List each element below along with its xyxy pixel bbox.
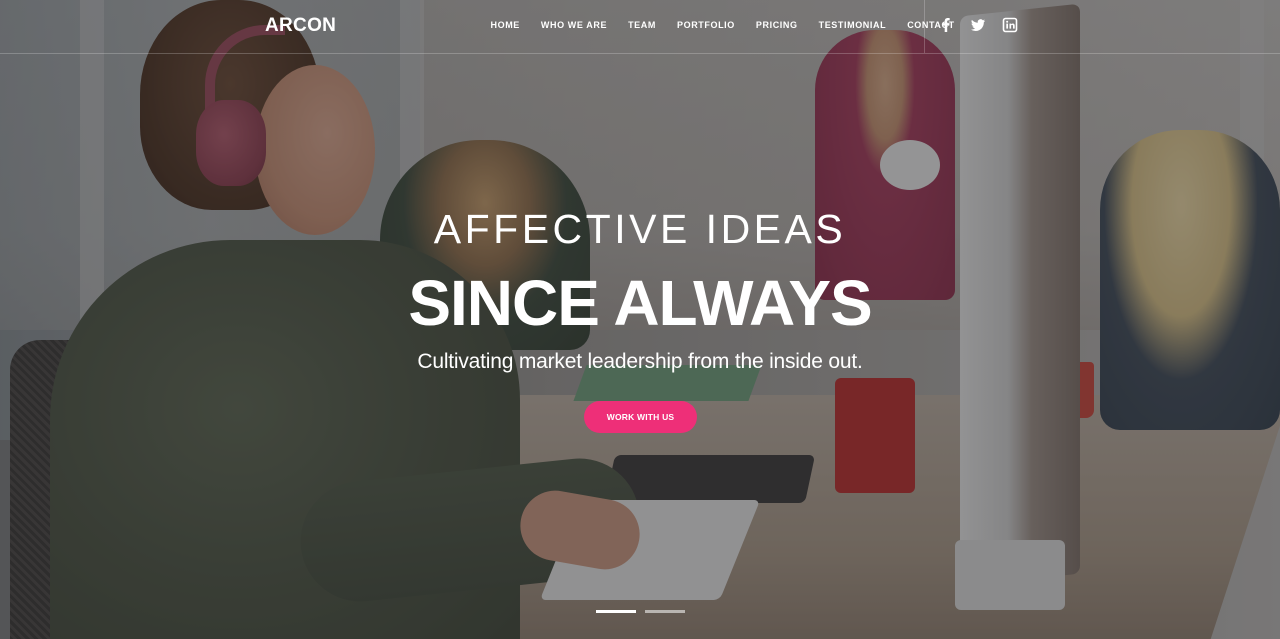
linkedin-icon[interactable] — [1002, 17, 1018, 33]
nav-item-pricing[interactable]: PRICING — [745, 20, 808, 30]
nav-item-testimonial[interactable]: TESTIMONIAL — [808, 20, 897, 30]
nav-item-who-we-are[interactable]: WHO WE ARE — [530, 20, 617, 30]
social-links — [938, 17, 1018, 33]
hero-title: SINCE ALWAYS — [408, 267, 872, 339]
nav-item-home[interactable]: HOME — [480, 20, 530, 30]
slider-indicators — [596, 610, 685, 613]
hero-kicker: AFFECTIVE IDEAS — [433, 206, 847, 252]
twitter-icon[interactable] — [970, 17, 986, 33]
brand-logo[interactable]: ARCON — [265, 15, 336, 37]
navbar: ARCON HOME WHO WE ARE TEAM PORTFOLIO PRI… — [0, 0, 1280, 54]
nav-divider — [924, 0, 925, 53]
nav-item-portfolio[interactable]: PORTFOLIO — [666, 20, 745, 30]
hero-subtitle: Cultivating market leadership from the i… — [417, 350, 863, 373]
slide-indicator-2[interactable] — [645, 610, 685, 613]
work-with-us-button[interactable]: WORK WITH US — [584, 401, 697, 433]
nav-item-team[interactable]: TEAM — [618, 20, 667, 30]
main-nav: HOME WHO WE ARE TEAM PORTFOLIO PRICING T… — [480, 20, 965, 30]
facebook-icon[interactable] — [938, 17, 954, 33]
slide-indicator-1[interactable] — [596, 610, 636, 613]
